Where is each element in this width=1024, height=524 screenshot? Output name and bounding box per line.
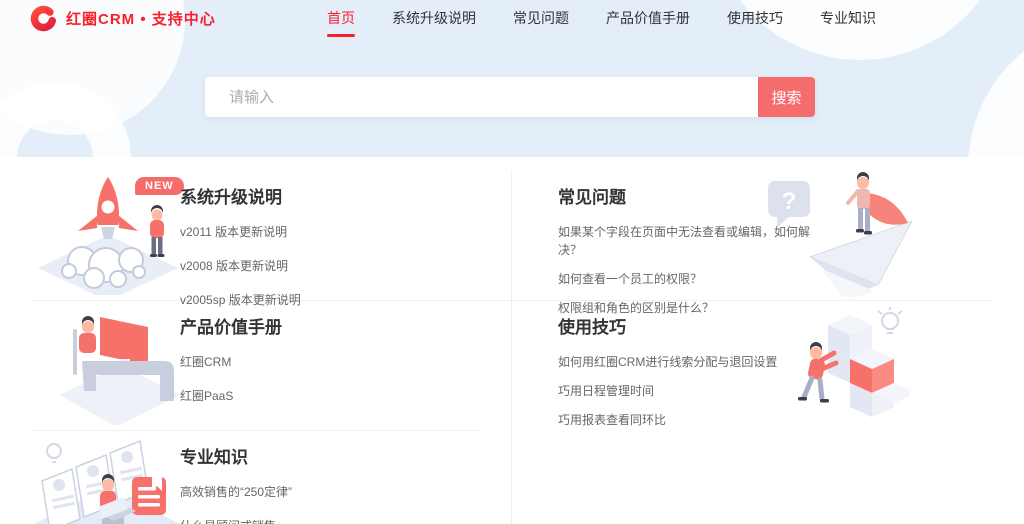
nav-item-system-upgrade[interactable]: 系统升级说明 (392, 8, 476, 37)
logo-ring-icon (30, 5, 57, 32)
nav-item-faq[interactable]: 常见问题 (513, 8, 569, 37)
section-product-value: 产品价值手册 红圈CRM 红圈PaaS (180, 313, 470, 421)
nav-item-product-value[interactable]: 产品价值手册 (606, 8, 690, 37)
search-button[interactable]: 搜索 (758, 77, 815, 117)
nav-item-tips[interactable]: 使用技巧 (727, 8, 783, 37)
row-divider (30, 430, 481, 431)
article-link[interactable]: 高效销售的“250定律” (180, 483, 470, 501)
paper-plane-illustration: ? (762, 165, 914, 297)
blocks-illustration (778, 305, 910, 433)
article-link[interactable]: 红圈CRM (180, 353, 470, 371)
navbar: 红圈CRM • 支持中心 首页 系统升级说明 常见问题 产品价值手册 使用技巧 … (0, 0, 1024, 44)
article-link[interactable]: 红圈PaaS (180, 387, 470, 405)
header-banner: 红圈CRM • 支持中心 首页 系统升级说明 常见问题 产品价值手册 使用技巧 … (0, 0, 1024, 157)
search-input[interactable] (205, 77, 758, 117)
article-link[interactable]: v2005sp 版本更新说明 (180, 291, 470, 309)
section-knowledge: 专业知识 高效销售的“250定律” 什么是顾问式销售 (180, 443, 470, 524)
section-system-upgrade: 系统升级说明 v2011 版本更新说明 v2008 版本更新说明 v2005sp… (180, 183, 470, 325)
question-bubble-icon: ? (768, 181, 810, 228)
documents-illustration (32, 435, 182, 524)
svg-text:?: ? (782, 188, 797, 215)
brand-logo[interactable]: 红圈CRM • 支持中心 (30, 5, 216, 32)
section-title[interactable]: 产品价值手册 (180, 313, 470, 338)
content-area: NEW 系统升级说明 v2011 版本更新说明 v2008 版本更新说明 v20… (0, 157, 1024, 524)
nav-item-knowledge[interactable]: 专业知识 (820, 8, 876, 37)
section-title[interactable]: 系统升级说明 (180, 183, 470, 208)
column-divider (511, 170, 512, 524)
desk-monitor-illustration (48, 303, 184, 425)
article-link[interactable]: v2008 版本更新说明 (180, 257, 470, 275)
row-divider (30, 300, 990, 301)
nav-item-home[interactable]: 首页 (327, 8, 355, 37)
main-nav: 首页 系统升级说明 常见问题 产品价值手册 使用技巧 专业知识 (327, 8, 876, 37)
article-link[interactable]: 什么是顾问式销售 (180, 517, 470, 524)
brand-title: 红圈CRM • 支持中心 (66, 8, 216, 29)
search-bar: 搜索 (205, 77, 815, 117)
lightbulb-icon (878, 307, 902, 333)
section-title[interactable]: 专业知识 (180, 443, 470, 468)
red-document-icon (132, 477, 166, 515)
new-badge: NEW (135, 177, 184, 195)
article-link[interactable]: v2011 版本更新说明 (180, 223, 470, 241)
lightbulb-icon (47, 444, 61, 462)
